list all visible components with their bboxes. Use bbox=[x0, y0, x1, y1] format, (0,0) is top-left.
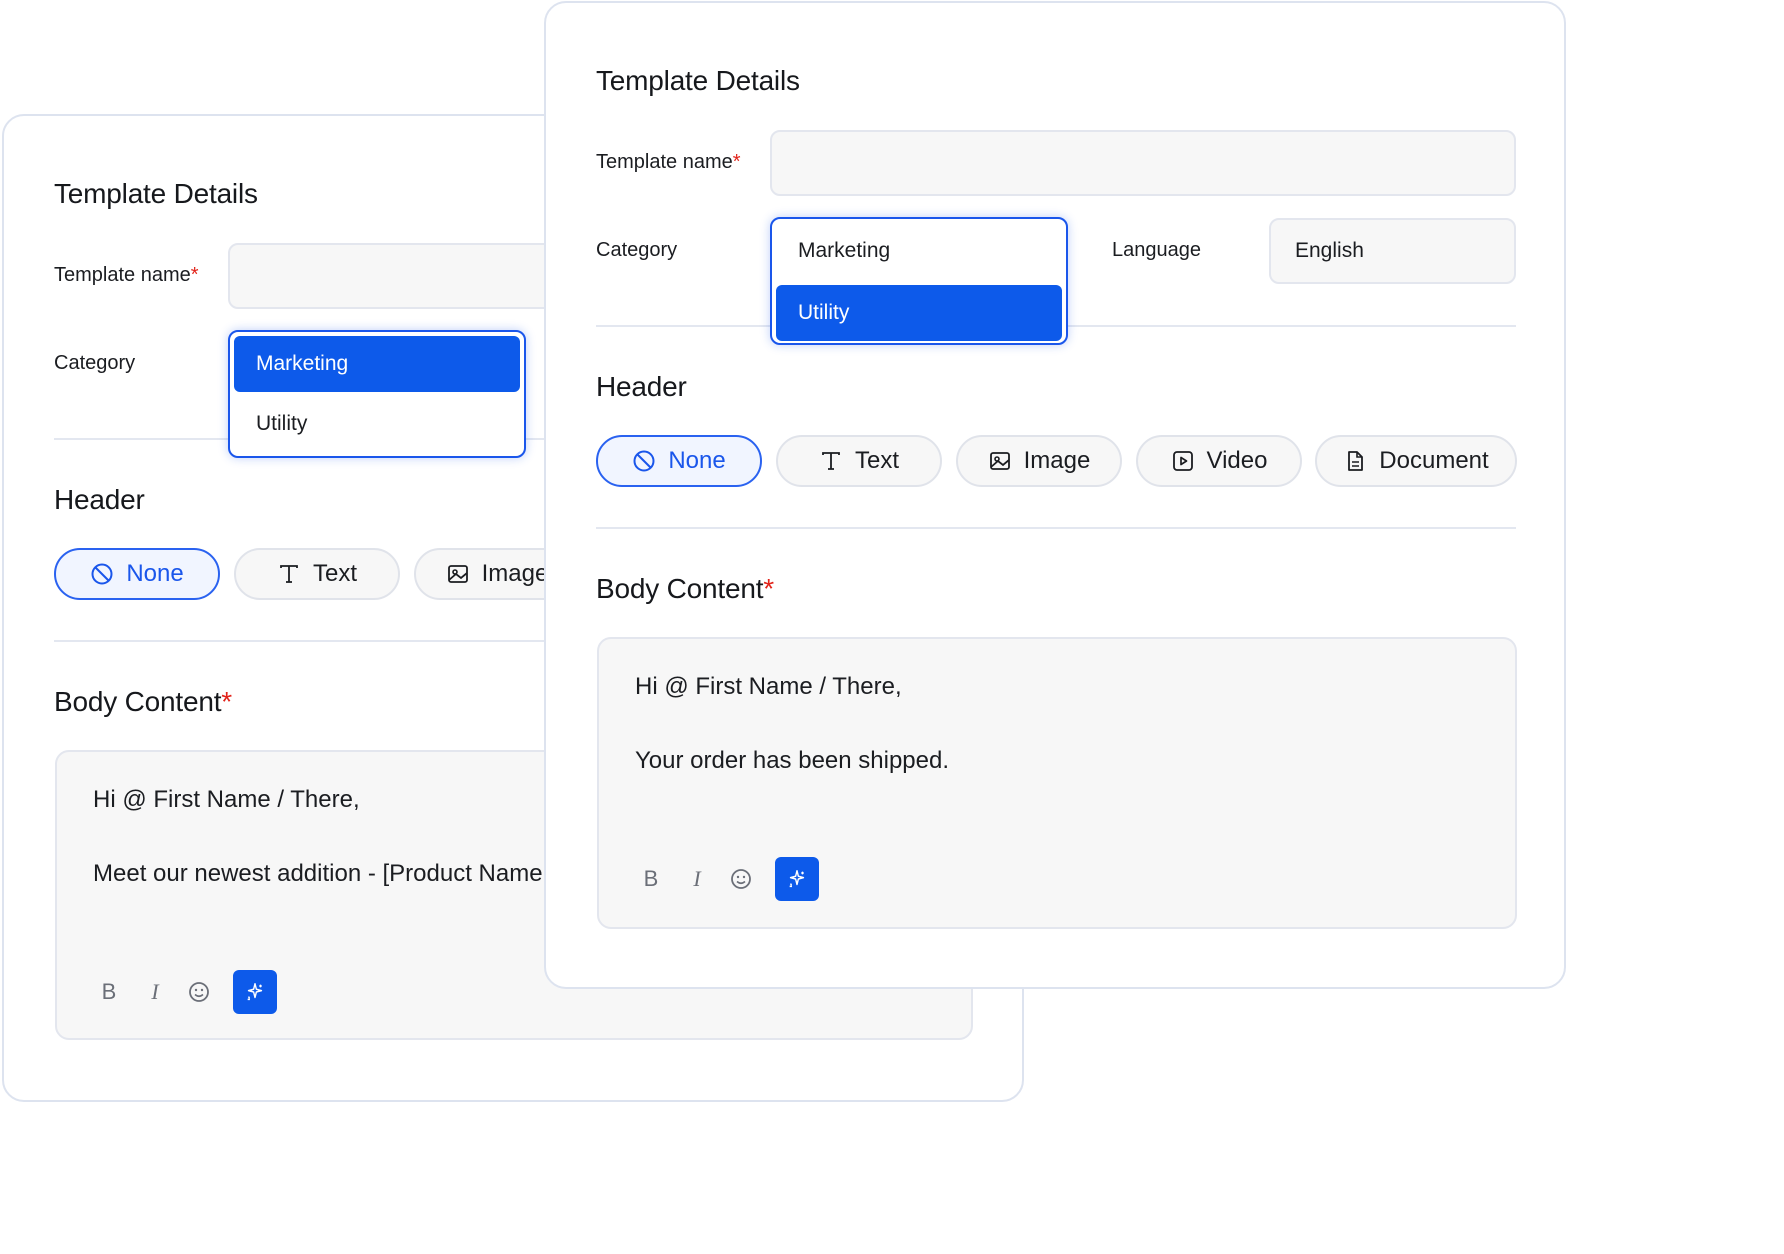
body-content-title: Body Content* bbox=[596, 573, 774, 604]
header-option-label: Text bbox=[312, 560, 357, 587]
header-option-video[interactable]: Video bbox=[1136, 435, 1302, 487]
ai-assist-button[interactable] bbox=[775, 857, 819, 901]
dropdown-option-marketing[interactable]: Marketing bbox=[776, 223, 1062, 279]
body-editor[interactable]: Hi @ First Name / There, Your order has … bbox=[597, 637, 1517, 929]
header-option-image[interactable]: Image bbox=[956, 435, 1122, 487]
ai-assist-button[interactable] bbox=[233, 970, 277, 1014]
bold-button[interactable]: B bbox=[637, 865, 665, 893]
header-option-none[interactable]: None bbox=[54, 548, 220, 600]
dropdown-option-utility[interactable]: Utility bbox=[776, 285, 1062, 341]
template-name-label: Template name* bbox=[596, 151, 741, 173]
header-option-label: None bbox=[126, 560, 184, 587]
emoji-button[interactable] bbox=[727, 865, 755, 893]
smiley-icon bbox=[189, 982, 209, 1002]
category-label: Category bbox=[596, 239, 678, 261]
document-icon bbox=[1348, 451, 1364, 471]
image-icon bbox=[989, 452, 1010, 470]
none-icon bbox=[91, 563, 113, 585]
header-option-label: Image bbox=[1023, 447, 1091, 474]
sparkle-icon bbox=[247, 983, 263, 1001]
header-option-label: Video bbox=[1206, 447, 1268, 474]
bold-button[interactable]: B bbox=[95, 978, 123, 1006]
header-option-label: Text bbox=[854, 447, 899, 474]
body-line: Meet our newest addition - [Product Name bbox=[93, 860, 543, 887]
header-option-label: Image bbox=[481, 560, 549, 587]
body-line: Hi @ First Name / There, bbox=[93, 786, 360, 813]
header-option-document[interactable]: Document bbox=[1315, 435, 1517, 487]
category-dropdown[interactable]: Marketing Utility bbox=[770, 217, 1068, 345]
header-option-label: None bbox=[668, 447, 726, 474]
template-name-input[interactable] bbox=[770, 130, 1516, 196]
divider bbox=[596, 527, 1516, 529]
language-label: Language bbox=[1112, 239, 1201, 261]
emoji-button[interactable] bbox=[185, 978, 213, 1006]
none-icon bbox=[633, 450, 655, 472]
video-icon bbox=[1172, 451, 1193, 471]
section-title: Template Details bbox=[54, 178, 258, 209]
category-label: Category bbox=[54, 352, 136, 374]
header-option-text[interactable]: Text bbox=[234, 548, 400, 600]
italic-button[interactable]: I bbox=[141, 978, 169, 1006]
header-title: Header bbox=[596, 371, 687, 402]
text-icon bbox=[822, 452, 840, 470]
language-value: English bbox=[1295, 239, 1364, 262]
text-icon bbox=[280, 565, 298, 583]
smiley-icon bbox=[731, 869, 751, 889]
header-title: Header bbox=[54, 484, 145, 515]
image-icon bbox=[447, 565, 468, 583]
header-option-label: Document bbox=[1379, 447, 1489, 474]
dropdown-option-utility[interactable]: Utility bbox=[234, 396, 520, 452]
template-name-label: Template name* bbox=[54, 264, 199, 286]
body-line: Your order has been shipped. bbox=[635, 747, 950, 774]
header-option-text[interactable]: Text bbox=[776, 435, 942, 487]
template-form-card-front: Template Details Template name* Category… bbox=[544, 1, 1566, 989]
body-line: Hi @ First Name / There, bbox=[635, 673, 902, 700]
section-title: Template Details bbox=[596, 65, 800, 96]
category-dropdown[interactable]: Marketing Utility bbox=[228, 330, 526, 458]
body-content-title: Body Content* bbox=[54, 686, 232, 717]
language-select[interactable]: English bbox=[1269, 218, 1516, 284]
sparkle-icon bbox=[789, 870, 805, 888]
italic-button[interactable]: I bbox=[683, 865, 711, 893]
dropdown-option-marketing[interactable]: Marketing bbox=[234, 336, 520, 392]
header-option-none[interactable]: None bbox=[596, 435, 762, 487]
